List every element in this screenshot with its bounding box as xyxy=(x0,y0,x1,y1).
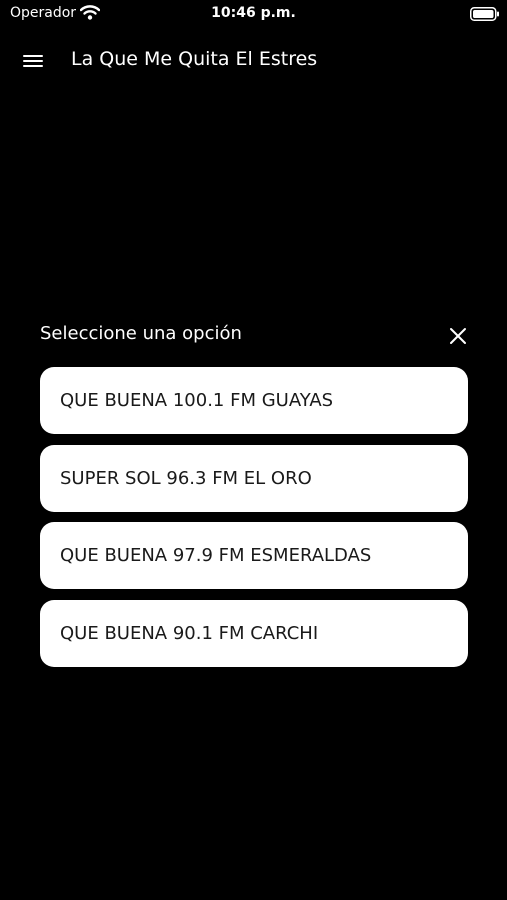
option-que-buena-guayas[interactable]: QUE BUENA 100.1 FM GUAYAS xyxy=(40,367,468,434)
hamburger-menu-icon[interactable] xyxy=(20,50,46,72)
option-que-buena-carchi[interactable]: QUE BUENA 90.1 FM CARCHI xyxy=(40,599,468,667)
option-super-sol-el-oro[interactable]: SUPER SOL 96.3 FM EL ORO xyxy=(40,444,468,512)
status-time: 10:46 p.m. xyxy=(211,5,296,21)
close-icon[interactable] xyxy=(442,320,474,352)
app-title: La Que Me Quita El Estres xyxy=(71,48,318,70)
option-que-buena-esmeraldas[interactable]: QUE BUENA 97.9 FM ESMERALDAS xyxy=(40,522,468,589)
status-bar: Operador 10:46 p.m. xyxy=(0,0,507,28)
dialog-title: Seleccione una opción xyxy=(40,323,242,344)
battery-icon xyxy=(470,6,500,21)
option-list: QUE BUENA 100.1 FM GUAYAS SUPER SOL 96.3… xyxy=(40,367,468,677)
app-bar: La Que Me Quita El Estres xyxy=(0,38,507,84)
